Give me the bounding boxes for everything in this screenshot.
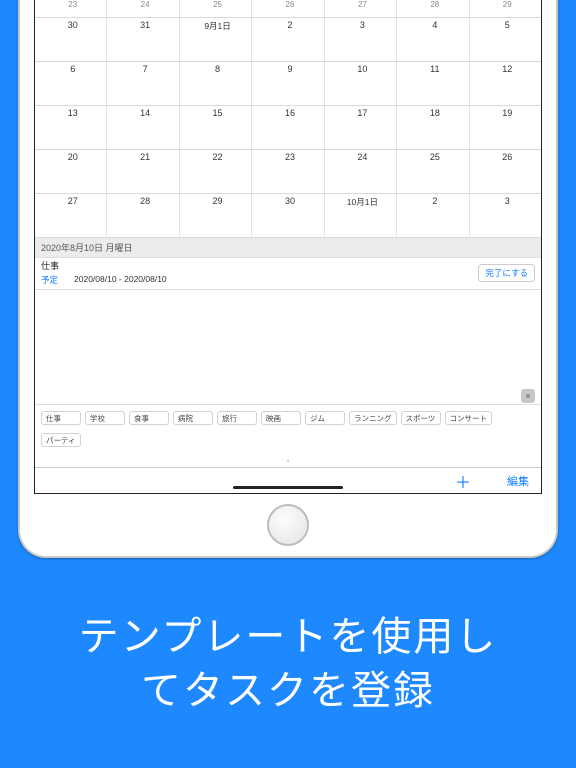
edit-button[interactable]: 編集 [507, 473, 529, 489]
calendar-cell[interactable]: 5 [470, 18, 541, 61]
ipad-frame: 23 24 25 26 27 28 29 30 31 9月1日 2 3 4 5 … [18, 0, 558, 558]
task-date-range: 2020/08/10 - 2020/08/10 [74, 274, 167, 286]
calendar-cell[interactable]: 24 [107, 0, 179, 17]
calendar-cell[interactable]: 19 [470, 106, 541, 149]
calendar-week-row: 27 28 29 30 10月1日 2 3 [35, 194, 541, 238]
calendar-cell[interactable]: 28 [397, 0, 469, 17]
templates-panel: × 仕事 学校 食事 病院 旅行 映画 ジム ランニング スポーツ コンサート … [35, 404, 541, 467]
template-chip[interactable]: パーティ [41, 433, 81, 447]
calendar-cell-month-start[interactable]: 9月1日 [180, 18, 252, 61]
calendar-cell[interactable]: 8 [180, 62, 252, 105]
calendar-cell[interactable]: 21 [107, 150, 179, 193]
calendar-cell[interactable]: 26 [470, 150, 541, 193]
template-chip[interactable]: コンサート [445, 411, 493, 425]
template-chip[interactable]: 仕事 [41, 411, 81, 425]
template-chip[interactable]: ジム [305, 411, 345, 425]
calendar-cell[interactable]: 3 [325, 18, 397, 61]
calendar-cell[interactable]: 13 [35, 106, 107, 149]
template-chips-row: 仕事 学校 食事 病院 旅行 映画 ジム ランニング スポーツ コンサート [35, 409, 541, 427]
template-chip[interactable]: スポーツ [401, 411, 441, 425]
calendar-cell[interactable]: 28 [107, 194, 179, 237]
promo-line-1: テンプレートを使用し [0, 610, 576, 664]
app-screen: 23 24 25 26 27 28 29 30 31 9月1日 2 3 4 5 … [34, 0, 542, 494]
promo-line-2: てタスクを登録 [0, 664, 576, 718]
calendar-cell[interactable]: 23 [35, 0, 107, 17]
template-chips-row: パーティ [35, 431, 541, 449]
calendar-cell[interactable]: 27 [325, 0, 397, 17]
close-icon[interactable]: × [521, 389, 535, 403]
calendar-cell-month-start[interactable]: 10月1日 [325, 194, 397, 237]
calendar-cell[interactable]: 4 [397, 18, 469, 61]
calendar-cell[interactable]: 22 [180, 150, 252, 193]
bottom-toolbar: ＋ 編集 [35, 467, 541, 493]
calendar-week-row: 30 31 9月1日 2 3 4 5 [35, 18, 541, 62]
complete-button[interactable]: 完了にする [478, 264, 535, 282]
calendar-cell[interactable]: 27 [35, 194, 107, 237]
calendar-cell[interactable]: 25 [397, 150, 469, 193]
template-chip[interactable]: 旅行 [217, 411, 257, 425]
calendar-cell[interactable]: 9 [252, 62, 324, 105]
home-button[interactable] [267, 504, 309, 546]
template-chip[interactable]: 映画 [261, 411, 301, 425]
calendar-week-row: 23 24 25 26 27 28 29 [35, 0, 541, 18]
calendar-cell[interactable]: 14 [107, 106, 179, 149]
calendar-cell[interactable]: 25 [180, 0, 252, 17]
calendar-grid[interactable]: 23 24 25 26 27 28 29 30 31 9月1日 2 3 4 5 … [35, 0, 541, 238]
calendar-cell[interactable]: 7 [107, 62, 179, 105]
calendar-cell[interactable]: 2 [252, 18, 324, 61]
calendar-week-row: 20 21 22 23 24 25 26 [35, 150, 541, 194]
task-item[interactable]: 仕事 予定 2020/08/10 - 2020/08/10 完了にする [35, 258, 541, 290]
calendar-cell[interactable]: 30 [35, 18, 107, 61]
task-tag: 予定 [41, 274, 58, 286]
calendar-cell[interactable]: 29 [180, 194, 252, 237]
calendar-cell[interactable]: 3 [470, 194, 541, 237]
home-indicator[interactable] [233, 486, 343, 489]
page-indicator: • [35, 457, 541, 467]
promo-text: テンプレートを使用し てタスクを登録 [0, 610, 576, 718]
calendar-cell[interactable]: 11 [397, 62, 469, 105]
template-chip[interactable]: ランニング [349, 411, 397, 425]
calendar-week-row: 13 14 15 16 17 18 19 [35, 106, 541, 150]
calendar-cell[interactable]: 30 [252, 194, 324, 237]
calendar-cell[interactable]: 16 [252, 106, 324, 149]
template-chip[interactable]: 食事 [129, 411, 169, 425]
calendar-cell[interactable]: 18 [397, 106, 469, 149]
calendar-cell[interactable]: 10 [325, 62, 397, 105]
calendar-cell[interactable]: 24 [325, 150, 397, 193]
calendar-cell[interactable]: 26 [252, 0, 324, 17]
selected-day-header: 2020年8月10日 月曜日 [35, 238, 541, 258]
calendar-cell[interactable]: 31 [107, 18, 179, 61]
calendar-cell[interactable]: 15 [180, 106, 252, 149]
add-button[interactable]: ＋ [455, 469, 471, 493]
calendar-cell[interactable]: 29 [470, 0, 541, 17]
calendar-cell[interactable]: 17 [325, 106, 397, 149]
template-chip[interactable]: 学校 [85, 411, 125, 425]
calendar-cell[interactable]: 12 [470, 62, 541, 105]
task-title: 仕事 [41, 259, 167, 272]
calendar-cell[interactable]: 20 [35, 150, 107, 193]
calendar-cell[interactable]: 23 [252, 150, 324, 193]
calendar-cell[interactable]: 2 [397, 194, 469, 237]
template-chip[interactable]: 病院 [173, 411, 213, 425]
calendar-week-row: 6 7 8 9 10 11 12 [35, 62, 541, 106]
calendar-cell[interactable]: 6 [35, 62, 107, 105]
empty-area [35, 290, 541, 404]
